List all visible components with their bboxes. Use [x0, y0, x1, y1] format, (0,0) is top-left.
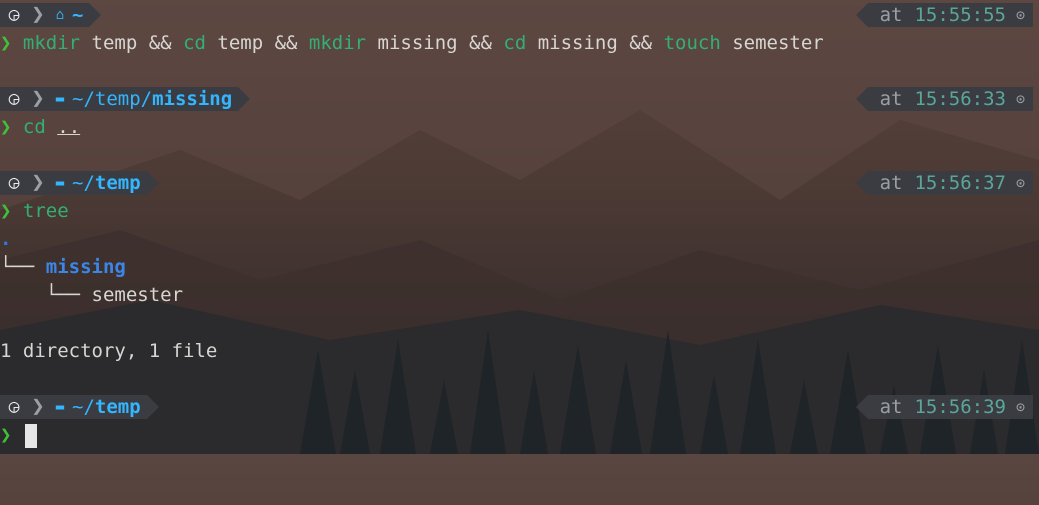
prompt-left-segment: ◶ ❯ ▬ ~/temp — [0, 170, 159, 195]
prompt-chevron-icon: ❯ — [0, 116, 12, 138]
clock-icon: ⊙ — [1015, 174, 1025, 192]
prompt-right-segment: at 15:56:33 ⊙ — [855, 87, 1033, 111]
tree-entry-dir: └── missing — [0, 256, 126, 278]
separator-icon: ❯ — [31, 170, 45, 195]
prompt-left-segment: ◶ ❯ ⌂ ~ — [0, 2, 102, 27]
prompt-time: 15:55:55 — [914, 4, 1006, 26]
folder-icon: ▬ — [55, 175, 65, 191]
at-label: at — [879, 88, 903, 110]
folder-icon: ▬ — [55, 399, 65, 415]
prompt-left-segment: ◶ ❯ ▬ ~/temp — [0, 394, 159, 419]
input-line[interactable]: ❯ — [0, 421, 1039, 449]
separator-icon: ❯ — [31, 394, 45, 419]
path-prefix: ~/ — [72, 396, 95, 418]
command-line: ❯ cd .. — [0, 116, 81, 138]
at-label: at — [879, 172, 903, 194]
folder-icon: ▬ — [55, 91, 65, 107]
prompt-line: ◶ ❯ ▬ ~/temp at 15:56:37 ⊙ — [0, 169, 1039, 197]
tree-entry-file: └── semester — [0, 284, 184, 306]
ubuntu-icon: ◶ — [8, 4, 20, 25]
clock-icon: ⊙ — [1015, 398, 1025, 416]
tree-summary: 1 directory, 1 file — [0, 340, 218, 362]
prompt-time: 15:56:37 — [914, 172, 1006, 194]
at-label: at — [879, 396, 903, 418]
terminal[interactable]: ◶ ❯ ⌂ ~ at 15:55:55 ⊙ ❯ mkdir temp && cd… — [0, 0, 1039, 454]
prompt-line: ◶ ❯ ▬ ~/temp at 15:56:39 ⊙ — [0, 393, 1039, 421]
prompt-line: ◶ ❯ ⌂ ~ at 15:55:55 ⊙ — [0, 1, 1039, 29]
command-line: ❯ mkdir temp && cd temp && mkdir missing… — [0, 32, 824, 54]
home-icon: ⌂ — [55, 7, 65, 23]
prompt-time: 15:56:33 — [914, 88, 1006, 110]
ubuntu-icon: ◶ — [8, 396, 20, 417]
command-line: ❯ tree — [0, 200, 69, 222]
prompt-left-segment: ◶ ❯ ▬ ~/temp/missing — [0, 86, 251, 111]
prompt-line: ◶ ❯ ▬ ~/temp/missing at 15:56:33 ⊙ — [0, 85, 1039, 113]
path-current: ~ — [72, 4, 84, 26]
prompt-right-segment: at 15:56:37 ⊙ — [855, 171, 1033, 195]
prompt-right-segment: at 15:55:55 ⊙ — [855, 3, 1033, 27]
path-current: temp — [94, 396, 141, 418]
path-prefix: ~/ — [72, 172, 95, 194]
text-cursor[interactable] — [25, 423, 38, 448]
prompt-chevron-icon: ❯ — [0, 200, 12, 222]
clock-icon: ⊙ — [1015, 6, 1025, 24]
path-current: temp — [94, 172, 141, 194]
ubuntu-icon: ◶ — [8, 88, 20, 109]
separator-icon: ❯ — [31, 2, 45, 27]
prompt-chevron-icon: ❯ — [0, 32, 12, 54]
path-current: missing — [152, 88, 233, 110]
at-label: at — [879, 4, 903, 26]
tree-root: . — [0, 228, 12, 250]
separator-icon: ❯ — [31, 86, 45, 111]
path-prefix: ~/temp/ — [72, 88, 153, 110]
clock-icon: ⊙ — [1015, 90, 1025, 108]
prompt-chevron-icon: ❯ — [0, 424, 12, 446]
prompt-right-segment: at 15:56:39 ⊙ — [855, 395, 1033, 419]
prompt-time: 15:56:39 — [914, 396, 1006, 418]
ubuntu-icon: ◶ — [8, 172, 20, 193]
